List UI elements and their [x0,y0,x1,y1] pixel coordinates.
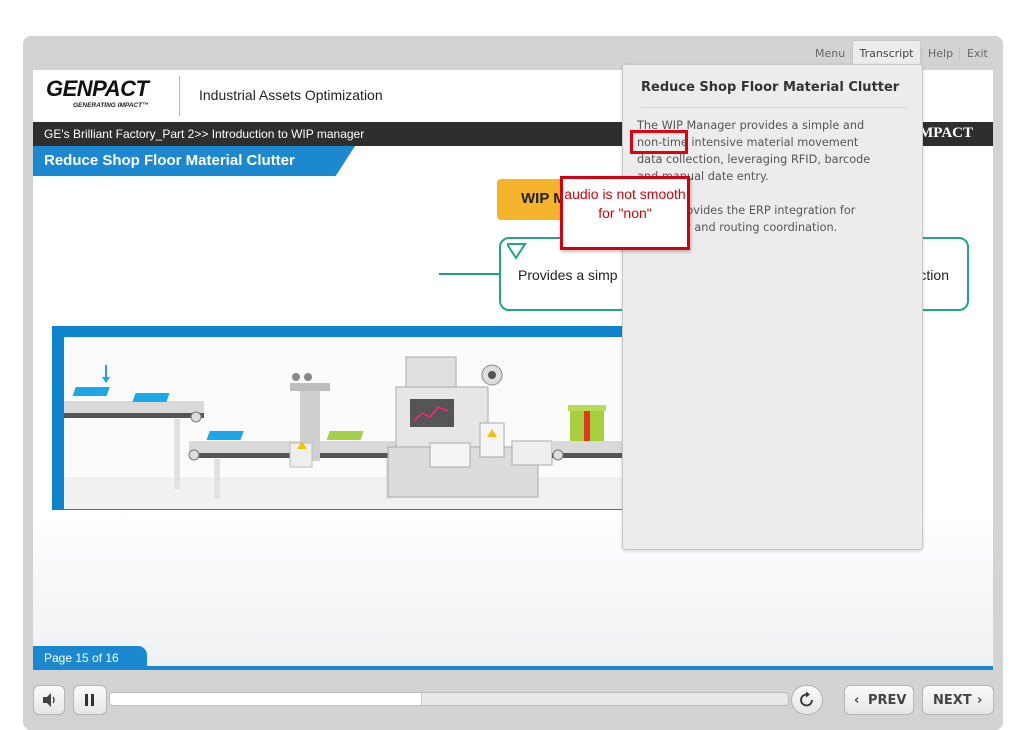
logo-tagline: GENERATING IMPACT™ [73,102,149,109]
player-controls: ‹ PREV NEXT › [23,674,1003,730]
bottom-rule [33,666,993,670]
pause-button[interactable] [73,685,107,715]
illustration-canvas [64,337,652,509]
callout-text-right: ction [919,267,949,283]
connector-line [439,273,499,275]
transcript-title: Reduce Shop Floor Material Clutter [641,80,900,95]
callout-arrow-icon [507,243,527,260]
highlight-box [630,130,688,154]
pause-icon [85,694,94,706]
annotation-text: audio is not smooth for "non" [564,186,686,221]
transcript-button[interactable]: Transcript [852,40,921,66]
volume-button[interactable] [33,685,65,715]
help-button[interactable]: Help [928,47,953,60]
slide-title-band: Reduce Shop Floor Material Clutter [33,146,355,176]
speaker-icon [43,693,55,707]
page-number: Page 15 of 16 [44,651,119,665]
header-divider [179,76,180,116]
menu-button[interactable]: Menu [815,47,845,60]
genpact-logo: GENPACT [46,76,149,101]
next-label: NEXT [933,693,972,708]
nav-divider [922,48,923,61]
next-button[interactable]: NEXT › [922,685,994,715]
exit-button[interactable]: Exit [967,47,988,60]
callout-text: Provides a simp [518,267,618,283]
progress-fill [110,693,422,705]
replay-button[interactable] [791,685,823,715]
nav-divider [959,48,960,61]
brand-mark: MPACT [919,125,973,141]
conveyor-illustration-icon [64,337,652,509]
breadcrumb: GE's Brilliant Factory_Part 2>> Introduc… [44,127,365,141]
prev-button[interactable]: ‹ PREV [844,685,914,715]
prev-label: PREV [868,693,907,708]
course-title: Industrial Assets Optimization [199,87,383,103]
slide-title: Reduce Shop Floor Material Clutter [44,152,295,169]
chevron-left-icon: ‹ [854,693,860,708]
replay-icon [800,691,813,707]
factory-illustration [52,326,652,518]
chevron-right-icon: › [977,693,983,708]
progress-bar[interactable] [109,692,789,706]
nav-divider [850,48,851,61]
transcript-divider [641,107,907,108]
page-indicator: Page 15 of 16 [33,646,147,668]
review-annotation: audio is not smooth for "non" [560,176,690,250]
